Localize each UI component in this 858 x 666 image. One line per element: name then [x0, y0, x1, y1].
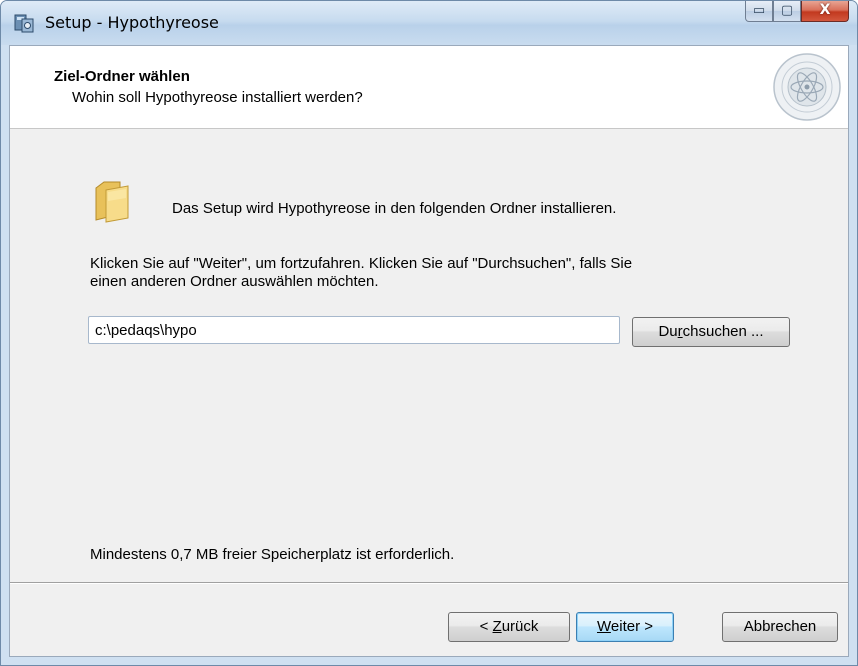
folder-icon [95, 181, 129, 223]
university-seal-icon [773, 53, 841, 121]
wizard-client-area: Ziel-Ordner wählen Wohin soll Hypothyreo… [9, 45, 849, 657]
caption-buttons: ▭ ▢ X [745, 1, 849, 23]
install-path-input[interactable] [88, 316, 620, 344]
minimize-button[interactable]: ▭ [745, 1, 773, 22]
title-bar[interactable]: Setup - Hypothyreose ▭ ▢ X [1, 1, 857, 45]
page-title: Ziel-Ordner wählen [54, 68, 190, 85]
maximize-button[interactable]: ▢ [773, 1, 801, 22]
footer-separator [10, 582, 848, 584]
next-button[interactable]: Weiter > [576, 612, 674, 642]
instructions-text: Klicken Sie auf "Weiter", um fortzufahre… [90, 255, 790, 291]
close-icon: X [819, 2, 831, 18]
disk-space-text: Mindestens 0,7 MB freier Speicherplatz i… [90, 546, 455, 563]
close-button[interactable]: X [801, 1, 849, 22]
instructions-line-2: einen anderen Ordner auswählen möchten. [90, 273, 379, 290]
instructions-line-1: Klicken Sie auf "Weiter", um fortzufahre… [90, 255, 633, 272]
maximize-icon: ▢ [780, 3, 794, 18]
cancel-button[interactable]: Abbrechen [722, 612, 838, 642]
intro-text: Das Setup wird Hypothyreose in den folge… [172, 200, 617, 217]
setup-window: Setup - Hypothyreose ▭ ▢ X Ziel-Ordner w… [0, 0, 858, 666]
setup-app-icon [14, 14, 34, 33]
page-subtitle: Wohin soll Hypothyreose installiert werd… [72, 89, 363, 106]
wizard-header: Ziel-Ordner wählen Wohin soll Hypothyreo… [10, 46, 848, 129]
window-title: Setup - Hypothyreose [45, 13, 219, 32]
minimize-icon: ▭ [752, 3, 766, 18]
back-button[interactable]: < Zurück [448, 612, 570, 642]
browse-button[interactable]: Durchsuchen ... [632, 317, 790, 347]
